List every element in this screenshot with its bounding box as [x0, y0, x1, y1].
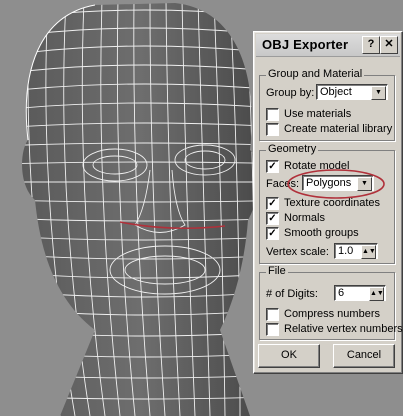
- geometry-section: Geometry ✓ Rotate model Faces: Polygons …: [259, 143, 395, 264]
- digits-value: 6: [338, 287, 345, 299]
- vertex-scale-input[interactable]: 1.0 ▲▼: [334, 243, 378, 259]
- file-section: File # of Digits: 6 ▲▼ Compress numbers …: [259, 265, 403, 340]
- file-legend: File: [266, 265, 288, 277]
- smooth-groups-label: Smooth groups: [284, 227, 359, 239]
- obj-exporter-dialog: OBJ Exporter ? ✕ Group and Material Grou…: [253, 31, 403, 374]
- normals-checkbox[interactable]: ✓: [266, 211, 279, 225]
- texture-coordinates-checkbox[interactable]: ✓: [266, 196, 279, 210]
- group-and-material-legend: Group and Material: [266, 68, 365, 80]
- relative-vertex-numbers-label: Relative vertex numbers: [284, 323, 403, 335]
- use-materials-checkbox[interactable]: [266, 107, 279, 121]
- compress-numbers-label: Compress numbers: [284, 308, 380, 320]
- highlight-ellipse: [287, 169, 385, 199]
- vertex-scale-label: Vertex scale:: [266, 246, 329, 258]
- spinner-icon[interactable]: ▲▼: [369, 287, 384, 301]
- smooth-groups-option[interactable]: ✓ Smooth groups: [266, 226, 359, 240]
- close-button[interactable]: ✕: [380, 36, 398, 54]
- group-by-select[interactable]: Object ▼: [316, 84, 388, 100]
- group-by-value: Object: [320, 86, 352, 98]
- use-materials-option[interactable]: Use materials: [266, 107, 351, 121]
- cancel-button[interactable]: Cancel: [333, 344, 395, 368]
- geometry-legend: Geometry: [266, 143, 319, 155]
- normals-label: Normals: [284, 212, 325, 224]
- title-bar[interactable]: OBJ Exporter ? ✕: [256, 34, 400, 57]
- smooth-groups-checkbox[interactable]: ✓: [266, 226, 279, 240]
- create-material-library-label: Create material library: [284, 123, 393, 135]
- compress-numbers-option[interactable]: Compress numbers: [266, 307, 380, 321]
- spinner-icon[interactable]: ▲▼: [361, 245, 376, 259]
- group-and-material-section: Group and Material Group by: Object ▼ Us…: [259, 68, 395, 141]
- normals-option[interactable]: ✓ Normals: [266, 211, 325, 225]
- compress-numbers-checkbox[interactable]: [266, 307, 279, 321]
- group-by-label: Group by:: [266, 87, 315, 99]
- create-material-library-option[interactable]: Create material library: [266, 122, 392, 136]
- digits-input[interactable]: 6 ▲▼: [334, 285, 386, 301]
- use-materials-label: Use materials: [284, 108, 352, 120]
- dialog-title: OBJ Exporter: [262, 37, 349, 52]
- chevron-down-icon[interactable]: ▼: [371, 86, 386, 100]
- relative-vertex-numbers-checkbox[interactable]: [266, 322, 279, 336]
- relative-vertex-numbers-option[interactable]: Relative vertex numbers: [266, 322, 403, 336]
- ok-button[interactable]: OK: [258, 344, 320, 368]
- digits-label: # of Digits:: [266, 288, 318, 300]
- help-button[interactable]: ?: [362, 36, 380, 54]
- rotate-model-checkbox[interactable]: ✓: [266, 159, 279, 173]
- vertex-scale-value: 1.0: [338, 245, 354, 257]
- create-material-library-checkbox[interactable]: [266, 122, 279, 136]
